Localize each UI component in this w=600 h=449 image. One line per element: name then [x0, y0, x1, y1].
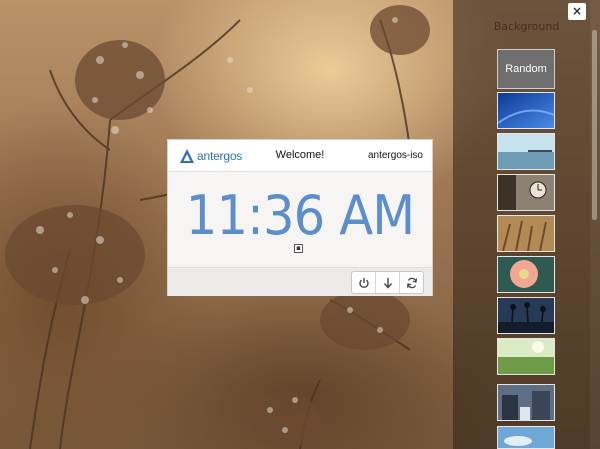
expand-icon[interactable]: ▪ — [294, 244, 303, 253]
panel-scrollbar-thumb[interactable] — [592, 30, 597, 220]
arrow-down-icon — [383, 277, 392, 289]
close-button[interactable]: × — [568, 3, 586, 20]
system-actions-group — [351, 271, 424, 294]
wallpaper-street-icon — [498, 385, 554, 420]
wallpaper-thumbnail-6[interactable] — [497, 297, 555, 334]
wallpaper-palms-icon — [498, 298, 554, 333]
antergos-logo-icon — [180, 149, 194, 163]
suspend-button[interactable] — [376, 272, 400, 293]
welcome-text: Welcome! — [275, 149, 325, 161]
wallpaper-meadow-icon — [498, 339, 554, 374]
wallpaper-grass-icon — [498, 216, 554, 251]
wallpaper-thumbnail-3[interactable] — [497, 174, 555, 211]
restart-button[interactable] — [400, 272, 423, 293]
wallpaper-thumbnail-1[interactable] — [497, 92, 555, 129]
wallpaper-flower-icon — [498, 257, 554, 292]
power-icon — [358, 277, 369, 288]
wallpaper-clock-icon — [498, 175, 554, 210]
wallpaper-thumbnail-9[interactable] — [497, 426, 555, 449]
shutdown-button[interactable] — [352, 272, 376, 293]
wallpaper-thumbnail-5[interactable] — [497, 256, 555, 293]
brand-name: antergos — [197, 149, 243, 163]
login-greeter-dialog: antergos Welcome! antergos-iso 11:36 AM … — [167, 139, 433, 296]
wallpaper-thumbnail-2[interactable] — [497, 133, 555, 170]
refresh-icon — [406, 277, 417, 288]
wallpaper-sky-icon — [498, 427, 554, 448]
wallpaper-blue-icon — [498, 93, 554, 128]
wallpaper-thumbnail-8[interactable] — [497, 384, 555, 421]
wallpaper-thumbnail-4[interactable] — [497, 215, 555, 252]
greeter-footer — [168, 267, 432, 296]
wallpaper-sea-icon — [498, 134, 554, 169]
clock-time: 11:36 AM — [185, 184, 415, 247]
hostname: antergos-iso — [367, 150, 423, 161]
random-wallpaper-button[interactable]: Random — [497, 49, 555, 89]
panel-title: Background — [493, 20, 560, 33]
wallpaper-thumbnail-7[interactable] — [497, 338, 555, 375]
greeter-header: antergos Welcome! antergos-iso — [168, 140, 432, 172]
antergos-logo: antergos — [179, 147, 242, 165]
